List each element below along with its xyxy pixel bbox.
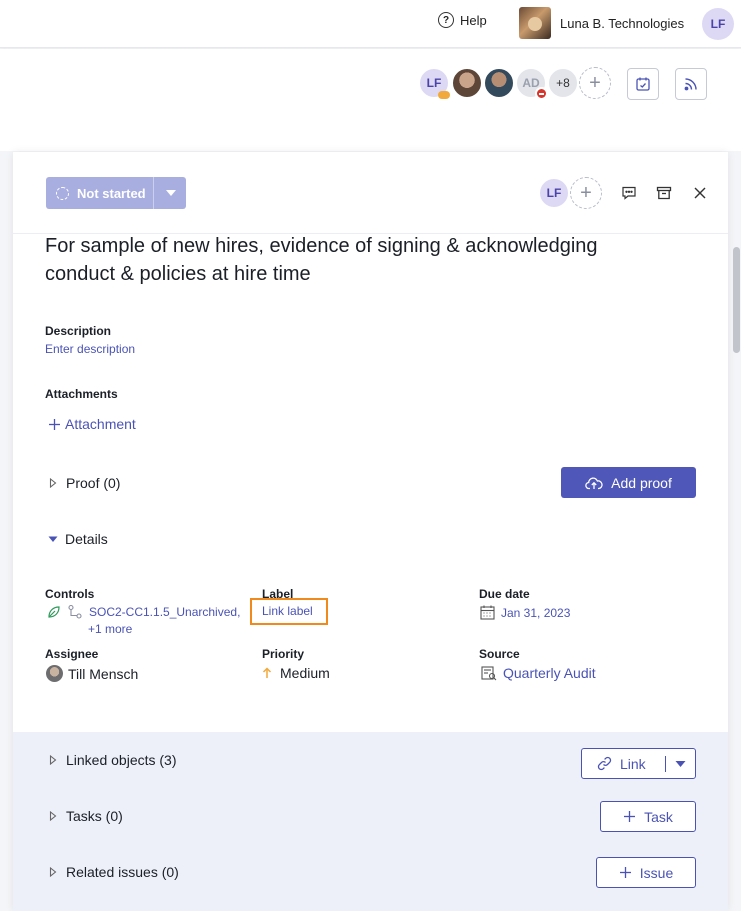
description-input[interactable]: Enter description bbox=[45, 342, 135, 356]
org-name: Luna B. Technologies bbox=[560, 15, 685, 31]
panel-header: Not started LF + bbox=[13, 152, 728, 234]
add-task-button[interactable]: Task bbox=[600, 801, 696, 832]
proof-section-toggle[interactable]: Proof (0) bbox=[49, 475, 120, 491]
add-issue-button[interactable]: Issue bbox=[596, 857, 696, 888]
help-link[interactable]: ? Help bbox=[438, 12, 487, 28]
collaborator-avatar[interactable] bbox=[451, 67, 483, 99]
status-divider bbox=[153, 177, 154, 209]
arrow-up-icon bbox=[262, 667, 272, 678]
control-link[interactable]: SOC2-CC1.1.5_Unarchived, bbox=[89, 605, 240, 619]
chevron-right-icon bbox=[49, 755, 57, 765]
link-button[interactable]: Link bbox=[581, 748, 696, 779]
priority-label: Priority bbox=[262, 647, 305, 661]
highlight-box bbox=[250, 598, 328, 625]
controls-more-link[interactable]: +1 more bbox=[88, 622, 132, 636]
add-proof-button[interactable]: Add proof bbox=[561, 467, 696, 498]
issue-title[interactable]: For sample of new hires, evidence of sig… bbox=[45, 232, 665, 288]
hierarchy-icon bbox=[68, 604, 82, 619]
attachment-label: Attachment bbox=[65, 416, 136, 432]
chevron-right-icon bbox=[49, 478, 57, 488]
tasks-label: Tasks (0) bbox=[66, 808, 123, 824]
key-icon bbox=[438, 91, 450, 99]
priority-value: Medium bbox=[280, 665, 330, 681]
link-button-label: Link bbox=[620, 755, 646, 772]
due-date-field[interactable]: Jan 31, 2023 bbox=[480, 605, 570, 620]
plus-icon bbox=[619, 867, 631, 878]
controls-label: Controls bbox=[45, 587, 95, 601]
attachments-label: Attachments bbox=[45, 387, 118, 401]
rss-icon bbox=[684, 78, 697, 91]
source-field[interactable]: Quarterly Audit bbox=[481, 665, 596, 681]
comment-button[interactable] bbox=[620, 184, 638, 202]
collaborator-avatar[interactable]: AD bbox=[515, 67, 548, 100]
related-issues-label: Related issues (0) bbox=[66, 864, 179, 880]
details-section-toggle[interactable]: Details bbox=[48, 531, 108, 547]
cloud-upload-icon bbox=[585, 477, 603, 489]
feed-button[interactable] bbox=[675, 68, 707, 100]
more-collaborators[interactable]: +8 bbox=[547, 67, 579, 99]
org-switcher[interactable]: Luna B. Technologies bbox=[519, 7, 684, 39]
assignee-field[interactable]: Till Mensch bbox=[46, 665, 138, 682]
org-logo bbox=[519, 7, 551, 39]
collaborator-avatar[interactable]: LF bbox=[418, 67, 450, 99]
collaborator-avatar[interactable] bbox=[483, 67, 515, 99]
archive-button[interactable] bbox=[655, 184, 673, 202]
assignee-value: Till Mensch bbox=[68, 665, 139, 682]
link-button-divider bbox=[665, 756, 666, 772]
close-button[interactable] bbox=[692, 185, 708, 201]
collaborator-initials: LF bbox=[426, 76, 442, 90]
source-label: Source bbox=[479, 647, 520, 661]
proof-label: Proof (0) bbox=[66, 475, 121, 491]
audit-icon bbox=[481, 665, 497, 680]
linked-objects-toggle[interactable]: Linked objects (3) bbox=[49, 752, 177, 768]
calendar-button[interactable] bbox=[627, 68, 659, 100]
plus-icon bbox=[49, 418, 60, 430]
description-label: Description bbox=[45, 324, 112, 338]
assignee-label: Assignee bbox=[45, 647, 99, 661]
add-proof-label: Add proof bbox=[611, 474, 672, 491]
add-assignee-button[interactable]: + bbox=[570, 177, 602, 209]
related-section: Linked objects (3) Link Tasks (0) Task R… bbox=[13, 732, 728, 911]
user-avatar[interactable]: LF bbox=[702, 8, 734, 40]
issue-detail-panel: Not started LF + For sample of new hires… bbox=[13, 152, 728, 911]
details-label: Details bbox=[65, 531, 108, 547]
due-date-label: Due date bbox=[479, 587, 530, 601]
comment-icon bbox=[622, 186, 636, 200]
plus-icon bbox=[624, 811, 636, 822]
assignee-avatar[interactable]: LF bbox=[538, 177, 570, 209]
chevron-right-icon bbox=[49, 867, 57, 877]
calendar-check-icon bbox=[636, 77, 650, 91]
chevron-right-icon bbox=[49, 811, 57, 821]
help-label: Help bbox=[460, 12, 487, 28]
source-link: Quarterly Audit bbox=[503, 665, 596, 681]
close-icon bbox=[694, 187, 706, 199]
chevron-down-icon bbox=[48, 536, 58, 542]
chevron-down-icon[interactable] bbox=[675, 760, 686, 768]
tasks-toggle[interactable]: Tasks (0) bbox=[49, 808, 123, 824]
priority-field[interactable]: Medium bbox=[262, 665, 330, 681]
help-icon: ? bbox=[438, 12, 454, 28]
assignee-photo bbox=[46, 665, 63, 682]
header-area: LF AD +8 + bbox=[0, 49, 741, 151]
add-attachment-button[interactable]: Attachment bbox=[48, 416, 136, 432]
linked-objects-label: Linked objects (3) bbox=[66, 752, 177, 768]
chevron-down-icon bbox=[166, 190, 176, 196]
status-dropdown[interactable]: Not started bbox=[46, 177, 186, 209]
task-button-label: Task bbox=[644, 808, 673, 825]
add-collaborator-button[interactable]: + bbox=[579, 67, 611, 99]
issue-button-label: Issue bbox=[639, 864, 674, 881]
related-issues-toggle[interactable]: Related issues (0) bbox=[49, 864, 179, 880]
leaf-icon bbox=[48, 606, 60, 618]
top-bar: ? Help Luna B. Technologies LF bbox=[0, 0, 741, 48]
not-started-icon bbox=[56, 186, 69, 200]
controls-value: SOC2-CC1.1.5_Unarchived, bbox=[47, 604, 240, 620]
removed-icon bbox=[535, 87, 548, 100]
status-label: Not started bbox=[77, 185, 146, 201]
link-icon bbox=[597, 756, 612, 771]
archive-icon bbox=[656, 186, 672, 200]
scrollbar-thumb[interactable] bbox=[733, 247, 740, 353]
due-date-value: Jan 31, 2023 bbox=[501, 605, 571, 620]
calendar-icon bbox=[480, 605, 495, 620]
